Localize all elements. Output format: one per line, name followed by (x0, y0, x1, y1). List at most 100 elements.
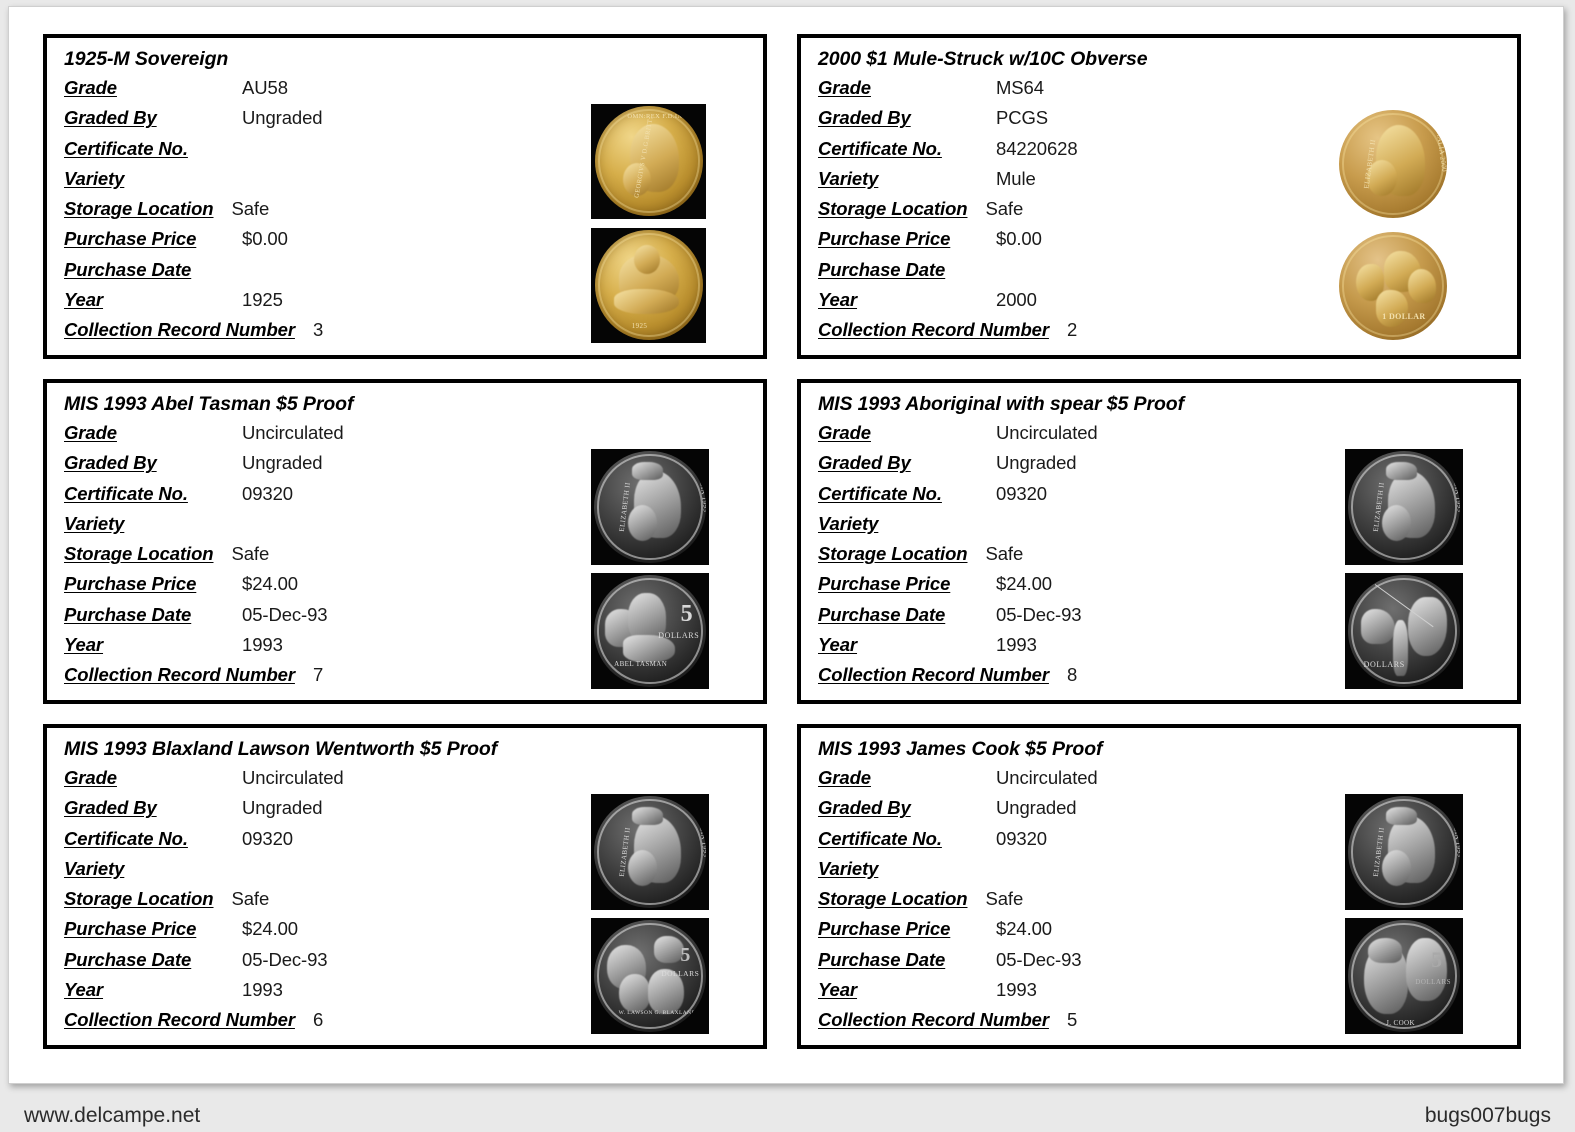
field-label: Year (818, 289, 858, 311)
coin-reverse-image: DOLLARS (1345, 573, 1463, 689)
field-label: Certificate No. (64, 137, 188, 159)
card-title: MIS 1993 Blaxland Lawson Wentworth $5 Pr… (64, 738, 498, 760)
field-label: Storage Location (64, 543, 214, 565)
field-value: 84220628 (996, 137, 1078, 159)
field-label: Purchase Price (818, 573, 951, 595)
field-label: Variety (818, 167, 879, 189)
field-value: 1993 (242, 634, 283, 656)
field-value: Uncirculated (996, 422, 1098, 443)
field-grade: Grade MS64 (818, 77, 1517, 107)
coin-obverse-image: ELIZABETH II AUSTRALIA 1993 (591, 449, 709, 565)
field-label: Purchase Price (64, 573, 197, 595)
field-label: Grade (818, 77, 871, 98)
field-value: 2 (1066, 319, 1078, 341)
field-value: 8 (1066, 664, 1078, 686)
field-value: 2000 (996, 289, 1037, 311)
coin-obverse-legend-left: ELIZABETH II (1362, 138, 1378, 189)
field-label: Collection Record Number (818, 319, 1049, 341)
field-label: Year (64, 634, 104, 656)
coin-obverse-image: ELIZABETH II AUSTRALIA 2000 (1329, 106, 1457, 224)
field-label: Variety (64, 167, 125, 189)
field-value: 7 (312, 664, 324, 686)
field-label: Storage Location (818, 543, 968, 565)
coin-record-card: MIS 1993 Abel Tasman $5 Proof Grade Unci… (43, 379, 767, 704)
field-label: Grade (64, 767, 117, 788)
field-label: Collection Record Number (818, 664, 1049, 686)
field-label: Storage Location (64, 198, 214, 220)
field-label: Certificate No. (818, 137, 942, 159)
field-value: Safe (231, 543, 270, 565)
card-title: MIS 1993 Abel Tasman $5 Proof (64, 393, 354, 415)
field-grade: Grade Uncirculated (818, 422, 1517, 452)
field-value: AU58 (242, 77, 288, 98)
field-value: 1993 (996, 979, 1037, 1001)
field-label: Year (64, 979, 104, 1001)
coin-record-card: 1925-M Sovereign Grade AU58 Graded By Un… (43, 34, 767, 359)
field-value: 1993 (996, 634, 1037, 656)
field-value: $24.00 (996, 918, 1052, 940)
field-value: 09320 (996, 482, 1047, 504)
field-label: Purchase Price (818, 228, 951, 250)
card-title: 2000 $1 Mule-Struck w/10C Obverse (818, 48, 1148, 70)
coin-obverse-legend-right: AUSTRALIA 2000 (1432, 111, 1447, 173)
field-label: Purchase Price (818, 918, 951, 940)
field-label: Year (64, 289, 104, 311)
field-grade: Grade Uncirculated (818, 767, 1517, 797)
field-label: Collection Record Number (818, 1009, 1049, 1031)
field-label: Certificate No. (818, 482, 942, 504)
coin-reverse-image: 1 DOLLAR (1329, 228, 1457, 346)
coin-reverse-caption: W. LAWSON G. BLAXLAND W.C. WENTWORTH (618, 1009, 706, 1016)
field-label: Variety (818, 857, 879, 879)
field-label: Purchase Price (64, 918, 197, 940)
watermark-seller: bugs007bugs (1424, 1104, 1551, 1127)
field-label: Collection Record Number (64, 319, 295, 341)
coin-reverse-denomination-word: DOLLARS (658, 631, 700, 640)
coin-record-card: 2000 $1 Mule-Struck w/10C Obverse Grade … (797, 34, 1521, 359)
field-label: Collection Record Number (64, 664, 295, 686)
field-value: $0.00 (996, 228, 1042, 250)
field-value: 6 (312, 1009, 324, 1031)
coin-reverse-caption: J. COOK (1386, 1018, 1415, 1027)
field-label: Storage Location (64, 888, 214, 910)
field-label: Variety (818, 512, 879, 534)
field-value: Ungraded (242, 107, 323, 129)
field-grade: Grade AU58 (64, 77, 763, 107)
field-label: Graded By (818, 452, 911, 474)
field-value: 1925 (242, 289, 283, 311)
field-label: Graded By (64, 107, 157, 129)
watermark-source: www.delcampe.net (24, 1104, 201, 1127)
field-grade: Grade Uncirculated (64, 422, 763, 452)
coin-obverse-legend-right: AUSTRALIA 1993 (1449, 451, 1460, 513)
field-value: Safe (231, 888, 270, 910)
field-label: Graded By (818, 797, 911, 819)
field-value: Ungraded (242, 797, 323, 819)
field-label: Purchase Date (64, 603, 192, 625)
field-label: Graded By (64, 452, 157, 474)
field-label: Purchase Date (64, 258, 192, 280)
coin-reverse-caption: ABEL TASMAN (614, 660, 668, 669)
field-label: Storage Location (818, 198, 968, 220)
coin-obverse-legend-right: AUSTRALIA 1993 (1449, 796, 1460, 858)
coin-obverse-image: ELIZABETH II AUSTRALIA 1993 (1345, 449, 1463, 565)
field-label: Grade (64, 422, 117, 443)
coin-reverse-image: 5 DOLLARS W. LAWSON G. BLAXLAND W.C. WEN… (591, 918, 709, 1034)
coin-reverse-denomination-word: DOLLARS (661, 969, 700, 979)
field-value: 09320 (996, 827, 1047, 849)
field-value: $0.00 (242, 228, 288, 250)
coin-obverse-legend-left: ELIZABETH II (1371, 826, 1386, 877)
field-value: 05-Dec-93 (242, 948, 328, 970)
coin-obverse-image: ELIZABETH II AUSTRALIA 1993 (591, 794, 709, 910)
coin-reverse-image: 1925 (591, 228, 706, 343)
field-value: Safe (985, 543, 1024, 565)
coin-date-legend: 1925 (631, 322, 648, 331)
field-value: 5 (1066, 1009, 1078, 1031)
field-label: Grade (64, 77, 117, 98)
field-value: 1993 (242, 979, 283, 1001)
field-value: PCGS (996, 107, 1049, 129)
field-label: Year (818, 634, 858, 656)
field-value: 05-Dec-93 (996, 603, 1082, 625)
coin-record-card: MIS 1993 Aboriginal with spear $5 Proof … (797, 379, 1521, 704)
document-page: 1925-M Sovereign Grade AU58 Graded By Un… (8, 6, 1564, 1084)
field-value: Mule (996, 167, 1036, 189)
coin-obverse-legend-right: AUSTRALIA 1993 (695, 451, 706, 513)
